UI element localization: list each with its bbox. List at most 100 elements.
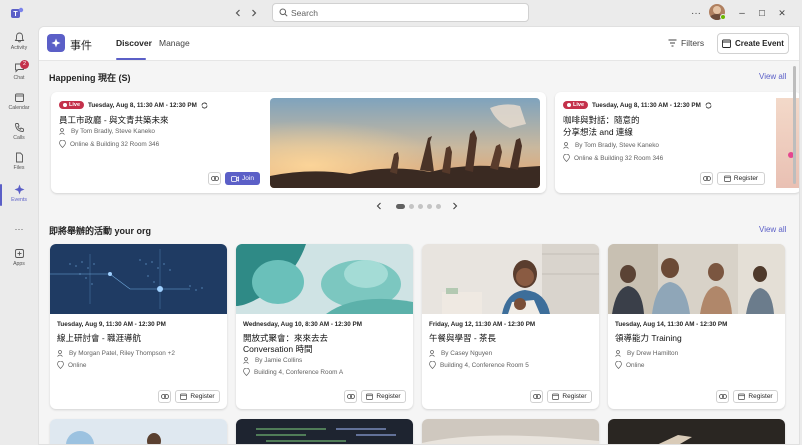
register-button[interactable]: Register bbox=[733, 390, 778, 403]
live-badge: Live bbox=[59, 101, 85, 109]
minimize-button[interactable]: – bbox=[734, 5, 750, 21]
event-datetime: Tuesday, Aug 8, 11:30 AM - 12:30 PM bbox=[88, 101, 197, 109]
copy-link-button[interactable] bbox=[158, 390, 171, 403]
join-button[interactable]: Join bbox=[225, 172, 260, 185]
event-location: Online bbox=[615, 361, 644, 369]
calendar-icon bbox=[14, 92, 25, 103]
people-icon bbox=[59, 128, 67, 135]
more-options-button[interactable]: ··· bbox=[688, 5, 704, 21]
rail-item-files[interactable]: Files bbox=[0, 152, 38, 182]
rail-label: Activity bbox=[10, 45, 28, 51]
upcoming-event-card[interactable]: Tuesday, Aug 14, 11:30 AM - 12:30 PM 領導能… bbox=[608, 244, 785, 409]
create-event-label: Create Event bbox=[735, 39, 784, 48]
calendar-icon bbox=[366, 393, 374, 400]
carousel-prev-button[interactable] bbox=[375, 202, 383, 210]
rail-item-activity[interactable]: Activity bbox=[0, 32, 38, 62]
app-header: 事件 Discover Manage Filters Create Event bbox=[39, 27, 799, 61]
event-organizers: By Morgan Patel, Riley Thompson +2 bbox=[57, 350, 175, 357]
event-title-line-2: 分享想法 and 連線 bbox=[563, 127, 633, 137]
copy-link-button[interactable] bbox=[344, 390, 357, 403]
rail-label: Files bbox=[13, 165, 25, 171]
bell-icon bbox=[14, 32, 25, 43]
happening-event-card[interactable]: Live Tuesday, Aug 8, 11:30 AM - 12:30 PM… bbox=[555, 92, 799, 193]
register-button[interactable]: Register bbox=[717, 172, 765, 185]
upcoming-view-all-link[interactable]: View all bbox=[759, 225, 786, 234]
carousel-next-button[interactable] bbox=[451, 202, 459, 210]
upcoming-event-card[interactable] bbox=[236, 419, 413, 444]
rail-label: Chat bbox=[13, 75, 25, 81]
location-icon bbox=[615, 361, 622, 369]
location-icon bbox=[243, 368, 250, 376]
calendar-add-icon bbox=[722, 39, 731, 48]
copy-link-button[interactable] bbox=[700, 172, 713, 185]
search-input[interactable]: Search bbox=[272, 3, 529, 22]
carousel-dot[interactable] bbox=[418, 204, 423, 209]
event-datetime: Tuesday, Aug 8, 11:30 AM - 12:30 PM bbox=[592, 101, 701, 109]
event-cover-image bbox=[608, 244, 785, 314]
tab-discover[interactable]: Discover bbox=[116, 38, 152, 48]
register-button[interactable]: Register bbox=[361, 390, 406, 403]
upcoming-event-card[interactable] bbox=[422, 419, 599, 444]
rail-item-calendar[interactable]: Calendar bbox=[0, 92, 38, 122]
happening-event-card[interactable]: Live Tuesday, Aug 8, 11:30 AM - 12:30 PM… bbox=[51, 92, 546, 193]
create-event-button[interactable]: Create Event bbox=[717, 33, 789, 54]
carousel-dot[interactable] bbox=[396, 204, 405, 209]
back-button[interactable] bbox=[230, 5, 246, 21]
link-icon bbox=[160, 394, 169, 399]
event-cover-image bbox=[50, 419, 227, 444]
people-icon bbox=[243, 357, 251, 364]
tab-manage[interactable]: Manage bbox=[159, 38, 190, 48]
upcoming-event-card[interactable]: Tuesday, Aug 9, 11:30 AM - 12:30 PM 線上研討… bbox=[50, 244, 227, 409]
rail-item-events[interactable]: Events bbox=[0, 184, 38, 214]
forward-button[interactable] bbox=[246, 5, 262, 21]
people-icon bbox=[57, 350, 65, 357]
event-location: Building 4, Conference Room 5 bbox=[429, 361, 529, 369]
search-placeholder: Search bbox=[291, 8, 318, 18]
event-title: 午餐與學習 - 茶長 bbox=[429, 333, 497, 343]
rail-label: Apps bbox=[13, 261, 25, 267]
carousel-dots bbox=[396, 204, 441, 209]
register-button[interactable]: Register bbox=[547, 390, 592, 403]
event-datetime: Wednesday, Aug 10, 8:30 AM - 12:30 PM bbox=[243, 321, 362, 328]
upcoming-event-card[interactable]: Friday, Aug 12, 11:30 AM - 12:30 PM 午餐與學… bbox=[422, 244, 599, 409]
recurring-icon bbox=[201, 102, 208, 109]
people-icon bbox=[563, 142, 571, 149]
file-icon bbox=[14, 152, 25, 163]
teams-logo-icon: T bbox=[10, 6, 24, 20]
rail-item-apps[interactable]: Apps bbox=[0, 248, 38, 278]
link-icon bbox=[210, 176, 219, 181]
carousel-dot[interactable] bbox=[436, 204, 441, 209]
chat-badge: 2 bbox=[20, 60, 29, 69]
rail-item-chat[interactable]: 2 Chat bbox=[0, 60, 38, 92]
copy-link-button[interactable] bbox=[530, 390, 543, 403]
upcoming-event-card[interactable]: Wednesday, Aug 10, 8:30 AM - 12:30 PM 開放… bbox=[236, 244, 413, 409]
svg-text:T: T bbox=[13, 11, 18, 18]
carousel-dot[interactable] bbox=[427, 204, 432, 209]
close-button[interactable]: ✕ bbox=[774, 5, 790, 21]
events-icon bbox=[14, 184, 25, 195]
event-cover-image bbox=[608, 419, 785, 444]
scrollbar[interactable] bbox=[793, 66, 796, 184]
link-icon bbox=[718, 394, 727, 399]
rail-label: Calendar bbox=[8, 105, 30, 111]
event-cover-image bbox=[422, 244, 599, 314]
app-rail: Activity 2 Chat Calendar Calls Files Eve… bbox=[0, 26, 38, 445]
event-title-line-1: 咖啡與對話：隨意的 bbox=[563, 115, 640, 125]
maximize-button[interactable]: ☐ bbox=[754, 5, 770, 21]
live-badge: Live bbox=[563, 101, 589, 109]
link-icon bbox=[702, 176, 711, 181]
link-icon bbox=[532, 394, 541, 399]
rail-item-calls[interactable]: Calls bbox=[0, 122, 38, 152]
carousel-dot[interactable] bbox=[409, 204, 414, 209]
filters-button[interactable]: Filters bbox=[668, 38, 704, 48]
event-location: Building 4, Conference Room A bbox=[243, 368, 343, 376]
copy-link-button[interactable] bbox=[716, 390, 729, 403]
upcoming-event-card[interactable] bbox=[50, 419, 227, 444]
register-button[interactable]: Register bbox=[175, 390, 220, 403]
presence-status-icon bbox=[720, 14, 726, 20]
upcoming-event-card[interactable] bbox=[608, 419, 785, 444]
happening-view-all-link[interactable]: View all bbox=[759, 72, 786, 81]
event-datetime: Tuesday, Aug 9, 11:30 AM - 12:30 PM bbox=[57, 321, 166, 328]
copy-link-button[interactable] bbox=[208, 172, 221, 185]
event-organizers: By Casey Nguyen bbox=[429, 350, 492, 357]
